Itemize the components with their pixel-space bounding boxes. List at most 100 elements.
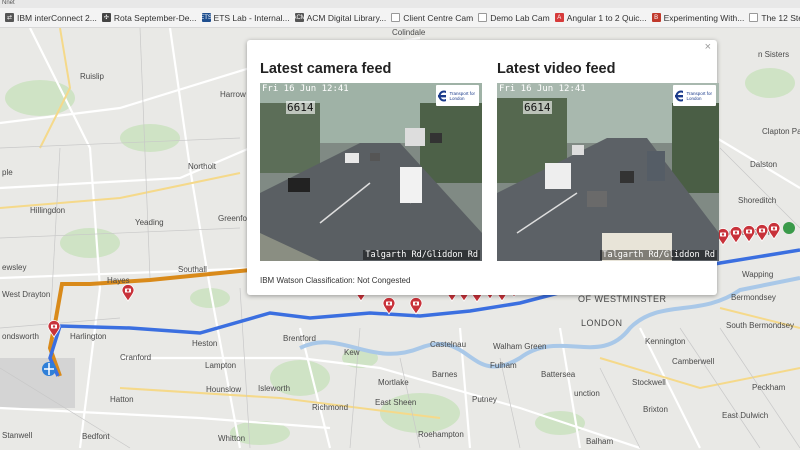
map-place-label: Isleworth: [258, 384, 291, 393]
tfl-roundel-icon: [438, 90, 447, 101]
map-place-label: Barnes: [432, 370, 458, 379]
map-place-label: East Sheen: [375, 398, 417, 407]
ets-icon: ETS: [200, 13, 212, 22]
map-place-label: Balham: [586, 437, 614, 446]
map-place-label: Stockwell: [632, 378, 666, 387]
bookmark-label: Experimenting With...: [663, 12, 745, 23]
video-location: Talgarth Rd/Gliddon Rd: [600, 250, 717, 260]
camera-timestamp: Fri 16 Jun 12:41: [262, 84, 349, 94]
bookmark-item[interactable]: Client Centre Cam: [391, 13, 473, 23]
bookmark-item[interactable]: B Experimenting With...: [651, 12, 745, 23]
video-camera-id: 6614: [523, 101, 552, 114]
bookmark-item[interactable]: A Angular 1 to 2 Quic...: [554, 12, 647, 23]
video-timestamp: Fri 16 Jun 12:41: [499, 84, 586, 94]
browser-top-strip: Nnet: [0, 0, 800, 8]
green-map-marker[interactable]: [783, 222, 795, 234]
bookmark-label: ACM Digital Library...: [306, 12, 387, 23]
video-feed-title: Latest video feed: [497, 61, 616, 77]
camera-id: 6614: [286, 101, 315, 114]
map-place-label: Lampton: [205, 361, 237, 370]
bookmark-label: The 12 Ste: [761, 12, 800, 23]
map-place-label: ondsworth: [2, 332, 39, 341]
page-icon: [478, 13, 488, 22]
tfl-logo: Transport for London: [436, 85, 479, 106]
map-place-label: Bermondsey: [731, 293, 776, 302]
map-place-label: Hillingdon: [30, 206, 66, 215]
map-place-label: unction: [574, 389, 600, 398]
bookmark-item[interactable]: ⇄ IBM interConnect 2...: [5, 13, 97, 23]
tfl-logo: Transport for London: [673, 85, 716, 106]
map-place-label: Kew: [344, 348, 360, 357]
bold-b-icon: B: [651, 13, 661, 22]
map-place-label: ple: [2, 168, 13, 177]
ibm-icon: ⇄: [5, 13, 14, 22]
map-place-label: Hatton: [110, 395, 134, 404]
camera-location: Talgarth Rd/Gliddon Rd: [363, 250, 480, 260]
map-place-label: Brixton: [643, 405, 668, 414]
angular-icon: A: [554, 13, 564, 22]
bookmark-item[interactable]: Demo Lab Cam: [478, 13, 550, 23]
map-place-label: n Sisters: [758, 50, 790, 59]
tfl-roundel-icon: [675, 90, 684, 101]
map-place-label: Harrow: [220, 90, 246, 99]
map-place-label: Harlington: [70, 332, 107, 341]
bookmarks-bar: ⇄ IBM interConnect 2... ✣ Rota September-De…: [0, 8, 800, 28]
bookmark-label: IBM interConnect 2...: [17, 12, 97, 23]
shuffle-icon: ✣: [101, 13, 111, 22]
map-place-label: Battersea: [541, 370, 576, 379]
camera-pin-icon[interactable]: [742, 225, 756, 243]
map-place-label: West Drayton: [2, 290, 51, 299]
map-place-label: Peckham: [752, 383, 786, 392]
map-place-label: Castelnau: [430, 340, 467, 349]
map-place-label: Richmond: [312, 403, 349, 412]
tfl-logo-text: Transport for London: [686, 90, 713, 101]
bookmark-item[interactable]: ETS ETS Lab - Internal...: [200, 12, 290, 23]
bookmark-item[interactable]: The 12 Ste: [749, 13, 800, 23]
camera-pin-icon[interactable]: [409, 297, 423, 315]
bookmark-item[interactable]: ✣ Rota September-De...: [101, 12, 197, 23]
bookmark-label: Client Centre Cam: [403, 12, 474, 23]
close-icon[interactable]: ×: [705, 41, 711, 53]
map-place-label: Shoreditch: [738, 196, 777, 205]
map-place-label: Colindale: [392, 28, 426, 37]
map-place-label: Greenfo: [218, 214, 247, 223]
map-place-label: Mortlake: [378, 378, 409, 387]
camera-image[interactable]: Fri 16 Jun 12:41 6614 Transport for Lond…: [260, 83, 482, 261]
airport-area: [0, 358, 75, 408]
camera-pin-icon[interactable]: [47, 320, 61, 338]
camera-pin-icon[interactable]: [382, 297, 396, 315]
video-image[interactable]: Fri 16 Jun 12:41 6614 Transport for Lond…: [497, 83, 719, 261]
map-place-label: Heston: [192, 339, 218, 348]
watson-classification: IBM Watson Classification: Not Congested: [260, 276, 411, 285]
tfl-logo-text: Transport for London: [449, 90, 476, 101]
map-place-label: Clapton Pa: [762, 127, 800, 136]
camera-feed-title: Latest camera feed: [260, 61, 392, 77]
map-place-label: Brentford: [283, 334, 316, 343]
map-place-label: OF WESTMINSTER: [578, 294, 667, 304]
camera-pin-icon[interactable]: [121, 284, 135, 302]
map-place-label: Walham Green: [493, 342, 547, 351]
camera-pin-icon[interactable]: [767, 222, 781, 240]
tab-title-fragment: Nnet: [2, 0, 15, 6]
map-place-label: Bedfont: [82, 432, 110, 441]
map-place-label: South Bermondsey: [726, 321, 795, 330]
camera-pin-icon[interactable]: [729, 226, 743, 244]
map-place-label: Putney: [472, 395, 497, 404]
map-place-label: Yeading: [135, 218, 164, 227]
bookmark-label: ETS Lab - Internal...: [213, 12, 290, 23]
map-place-label: Hounslow: [206, 385, 242, 394]
map-place-label: Roehampton: [418, 430, 464, 439]
bookmark-label: Angular 1 to 2 Quic...: [566, 12, 647, 23]
bookmark-item[interactable]: ACM ACM Digital Library...: [292, 12, 387, 23]
map-place-label: Fulham: [490, 361, 517, 370]
bookmark-label: Rota September-De...: [113, 12, 197, 23]
page-icon: [749, 13, 759, 22]
page-icon: [391, 13, 401, 22]
map-place-label: Kennington: [645, 337, 686, 346]
map-place-label: Wapping: [742, 270, 774, 279]
map-place-label: Whitton: [218, 434, 246, 443]
map-place-label: Ruislip: [80, 72, 105, 81]
map-place-label: LONDON: [581, 318, 623, 328]
map-place-label: Camberwell: [672, 357, 715, 366]
map-place-label: ewsley: [2, 263, 27, 272]
